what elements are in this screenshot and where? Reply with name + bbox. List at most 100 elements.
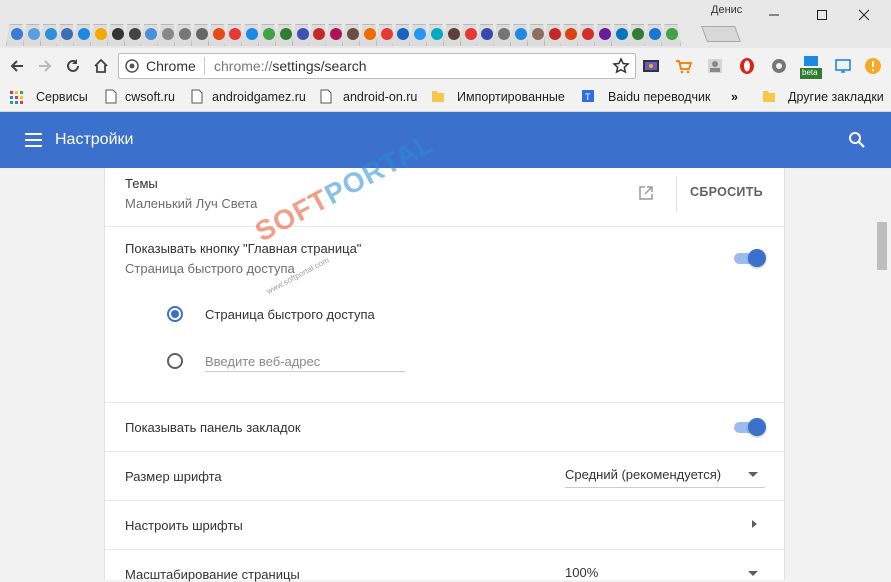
tab-favicon-icon bbox=[128, 28, 141, 40]
bookmarks-overflow-button[interactable]: » bbox=[731, 90, 738, 104]
themes-value: Маленький Луч Света bbox=[125, 196, 258, 211]
bookmark-item[interactable]: androidgamez.ru bbox=[212, 90, 306, 104]
page-title: Настройки bbox=[55, 131, 134, 148]
browser-tab[interactable] bbox=[22, 22, 43, 46]
beta-ext-icon[interactable]: beta bbox=[800, 54, 822, 80]
divider bbox=[105, 451, 784, 452]
browser-tab[interactable] bbox=[409, 22, 430, 46]
browser-tab[interactable] bbox=[190, 22, 211, 46]
browser-tab[interactable] bbox=[493, 22, 514, 46]
omnibox-url[interactable]: chrome://settings/search bbox=[214, 58, 367, 74]
bookmark-item[interactable]: cwsoft.ru bbox=[125, 90, 175, 104]
browser-tab[interactable] bbox=[257, 22, 278, 46]
beta-badge: beta bbox=[802, 68, 818, 77]
folder-icon bbox=[762, 89, 776, 104]
browser-tab[interactable] bbox=[106, 22, 127, 46]
chevron-down-icon[interactable] bbox=[748, 571, 758, 576]
apps-grid-icon[interactable] bbox=[10, 91, 24, 105]
page-zoom-select[interactable]: 100% bbox=[565, 565, 598, 580]
browser-tab[interactable] bbox=[56, 22, 77, 46]
browser-tab[interactable] bbox=[224, 22, 245, 46]
bookmark-folder[interactable]: Импортированные bbox=[457, 90, 565, 104]
browser-tab[interactable] bbox=[661, 22, 682, 46]
back-arrow-icon[interactable] bbox=[6, 55, 28, 77]
scrollbar-thumb[interactable] bbox=[877, 222, 887, 270]
tab-favicon-icon bbox=[447, 28, 460, 40]
radio-custom-url[interactable] bbox=[167, 353, 183, 369]
browser-tab[interactable] bbox=[459, 22, 480, 46]
forward-arrow-icon[interactable] bbox=[34, 55, 56, 77]
tab-favicon-icon bbox=[598, 28, 611, 40]
customize-fonts-label[interactable]: Настроить шрифты bbox=[125, 518, 243, 533]
browser-tab[interactable] bbox=[241, 22, 262, 46]
browser-tab[interactable] bbox=[157, 22, 178, 46]
bookmark-item[interactable]: android-on.ru bbox=[343, 90, 417, 104]
browser-tab[interactable] bbox=[173, 22, 194, 46]
cast-icon[interactable] bbox=[834, 57, 852, 75]
menu-icon[interactable] bbox=[25, 133, 43, 147]
browser-tab[interactable] bbox=[627, 22, 648, 46]
tab-favicon-icon bbox=[498, 28, 511, 40]
gear-icon[interactable] bbox=[770, 57, 788, 75]
home-url-input[interactable] bbox=[205, 352, 405, 372]
user-card-icon[interactable] bbox=[706, 57, 724, 75]
page-info-icon[interactable] bbox=[125, 59, 139, 73]
omnibox-separator bbox=[204, 57, 205, 75]
minimize-icon[interactable] bbox=[765, 6, 783, 24]
search-icon[interactable] bbox=[848, 131, 866, 149]
browser-tab[interactable] bbox=[375, 22, 396, 46]
maximize-icon[interactable] bbox=[813, 6, 831, 24]
chevron-right-icon[interactable] bbox=[752, 520, 757, 528]
opera-icon[interactable] bbox=[738, 57, 756, 75]
browser-tab[interactable] bbox=[476, 22, 497, 46]
other-bookmarks[interactable]: Другие закладки bbox=[788, 90, 884, 104]
browser-tab[interactable] bbox=[341, 22, 362, 46]
browser-tab[interactable] bbox=[509, 22, 530, 46]
browser-tab[interactable] bbox=[425, 22, 446, 46]
browser-tab[interactable] bbox=[73, 22, 94, 46]
browser-tab[interactable] bbox=[610, 22, 631, 46]
bookmark-apps[interactable]: Сервисы bbox=[36, 90, 88, 104]
browser-tab[interactable] bbox=[291, 22, 312, 46]
warning-icon[interactable] bbox=[864, 57, 882, 75]
browser-tab[interactable] bbox=[274, 22, 295, 46]
browser-tab[interactable] bbox=[89, 22, 110, 46]
tab-favicon-icon bbox=[94, 28, 107, 40]
cart-icon[interactable] bbox=[674, 57, 693, 75]
home-icon[interactable] bbox=[90, 55, 112, 77]
bookmarks-bar-toggle[interactable] bbox=[734, 418, 766, 436]
tab-favicon-icon bbox=[363, 28, 376, 40]
browser-tab[interactable] bbox=[560, 22, 581, 46]
video-ext-icon[interactable] bbox=[642, 57, 660, 75]
browser-tab[interactable] bbox=[442, 22, 463, 46]
browser-tab[interactable] bbox=[644, 22, 665, 46]
home-button-toggle[interactable] bbox=[734, 249, 766, 267]
browser-tab[interactable] bbox=[123, 22, 144, 46]
browser-tab[interactable] bbox=[308, 22, 329, 46]
divider bbox=[105, 402, 784, 403]
font-size-label: Размер шрифта bbox=[125, 469, 222, 484]
browser-tab[interactable] bbox=[140, 22, 161, 46]
browser-tab[interactable] bbox=[577, 22, 598, 46]
reset-theme-button[interactable]: СБРОСИТЬ bbox=[690, 185, 763, 199]
browser-tab[interactable] bbox=[526, 22, 547, 46]
browser-tab[interactable] bbox=[543, 22, 564, 46]
browser-tab[interactable] bbox=[593, 22, 614, 46]
browser-tab[interactable] bbox=[207, 22, 228, 46]
browser-tab[interactable] bbox=[358, 22, 379, 46]
omnibox-chrome-label: Chrome bbox=[146, 58, 196, 74]
close-icon[interactable] bbox=[855, 6, 873, 24]
radio-ntp[interactable] bbox=[167, 306, 183, 322]
browser-tab[interactable] bbox=[39, 22, 60, 46]
profile-name[interactable]: Денис bbox=[711, 4, 742, 16]
bookmark-item[interactable]: Baidu переводчик bbox=[608, 90, 711, 104]
browser-tab[interactable] bbox=[6, 22, 26, 46]
open-in-new-icon[interactable] bbox=[637, 184, 655, 202]
new-tab-button[interactable] bbox=[701, 26, 741, 42]
reload-icon[interactable] bbox=[62, 55, 84, 77]
star-icon[interactable] bbox=[612, 57, 630, 75]
chevron-down-icon[interactable] bbox=[748, 472, 758, 477]
font-size-select[interactable]: Средний (рекомендуется) bbox=[565, 467, 721, 482]
browser-tab[interactable] bbox=[392, 22, 413, 46]
browser-tab[interactable] bbox=[325, 22, 346, 46]
